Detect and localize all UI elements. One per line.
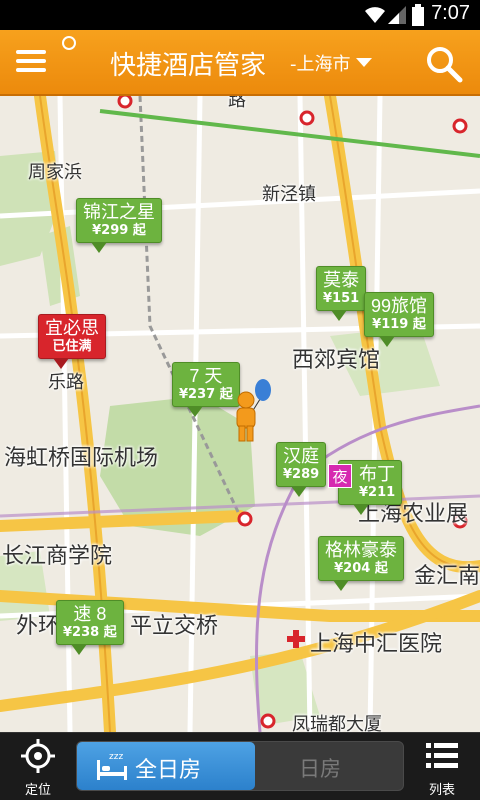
map-label-bottom: 凤瑞都大厦 bbox=[292, 714, 382, 732]
room-type-toggle: zzz 全日房 日房 bbox=[76, 741, 404, 791]
bottom-toolbar: 定位 zzz 全日房 日房 列表 bbox=[0, 732, 480, 800]
search-icon[interactable] bbox=[424, 44, 464, 84]
locate-crosshair-icon bbox=[21, 739, 55, 773]
bed-icon: zzz bbox=[97, 752, 127, 780]
map-label-airport: 海虹桥国际机场 bbox=[4, 446, 159, 471]
hotel-name: 宜必思 bbox=[45, 318, 99, 338]
map-label-xinjingzhen: 新泾镇 bbox=[262, 184, 316, 205]
app-title: 快捷酒店管家 bbox=[110, 50, 267, 80]
hotel-price: ¥237 起 bbox=[179, 387, 233, 402]
hotel-price: ¥238 起 bbox=[63, 625, 117, 640]
hotel-price: ¥119 起 bbox=[372, 317, 426, 332]
map-label-jinhui: 金汇南 bbox=[414, 564, 480, 589]
hotel-price: ¥289 bbox=[283, 467, 320, 482]
map-label-waihuan: 外环 bbox=[16, 614, 61, 639]
hotel-name: 汉庭 bbox=[283, 446, 320, 466]
hotel-pin-greentree[interactable]: 格林豪泰 ¥204 起 bbox=[318, 536, 404, 591]
hotel-pin-7days[interactable]: 7 天 ¥237 起 bbox=[172, 362, 240, 417]
hotel-name: 速 8 bbox=[73, 604, 107, 624]
map-label-business-school: 长江商学院 bbox=[2, 544, 113, 569]
locate-label: 定位 bbox=[24, 783, 51, 798]
hotel-name: 7 天 bbox=[189, 366, 223, 386]
hotel-name: 莫泰 bbox=[323, 270, 360, 290]
hotel-name: 锦江之星 bbox=[83, 202, 155, 222]
hotel-price: ¥204 起 bbox=[334, 561, 388, 576]
chevron-down-icon[interactable] bbox=[356, 58, 372, 67]
map-label-xijiao-hotel: 西郊宾馆 bbox=[292, 348, 381, 373]
notification-dot-icon bbox=[62, 36, 76, 50]
tab-all-day-label: 全日房 bbox=[135, 758, 202, 783]
menu-button[interactable] bbox=[16, 48, 52, 78]
hotel-name: 格林豪泰 bbox=[325, 540, 397, 560]
map-label-lelu: 乐路 bbox=[48, 372, 84, 393]
hotel-pin-motel[interactable]: 莫泰 ¥151 bbox=[316, 266, 367, 321]
hotel-price: ¥211 bbox=[359, 485, 396, 500]
hotel-pin-super8[interactable]: 速 8 ¥238 起 bbox=[56, 600, 124, 655]
hotel-pin-99[interactable]: 99旅馆 ¥119 起 bbox=[364, 292, 435, 347]
signal-icon bbox=[388, 6, 406, 24]
status-bar: 7:07 bbox=[0, 0, 480, 30]
user-location-icon bbox=[236, 379, 271, 442]
map-label-pingli-bridge: 平立交桥 bbox=[130, 614, 219, 639]
map-label-hospital: 上海中汇医院 bbox=[310, 632, 443, 657]
map-label-road-top: 路 bbox=[228, 96, 246, 111]
hotel-name: 布丁 bbox=[359, 464, 396, 484]
hotel-price: ¥299 起 bbox=[92, 223, 146, 238]
night-badge: 夜 bbox=[328, 464, 352, 488]
list-label: 列表 bbox=[428, 783, 455, 798]
clock-time: 7:07 bbox=[431, 2, 470, 24]
map-label-zhoujiabang: 周家浜 bbox=[28, 162, 82, 183]
app-header: 快捷酒店管家 -上海市 bbox=[0, 30, 480, 96]
locate-button[interactable]: 定位 bbox=[14, 739, 62, 798]
app-screen: 7:07 快捷酒店管家 -上海市 路 周家浜 新泾镇 西郊宾馆 海虹桥国际机场 … bbox=[0, 0, 480, 800]
wifi-icon bbox=[365, 7, 385, 23]
list-icon bbox=[426, 743, 458, 768]
hotel-name: 99旅馆 bbox=[371, 296, 428, 316]
hotel-pin-ibis[interactable]: 宜必思 已住满 bbox=[38, 314, 106, 369]
city-selector[interactable]: -上海市 bbox=[290, 50, 351, 76]
hotel-status: 已住满 bbox=[52, 339, 92, 354]
svg-text:zzz: zzz bbox=[109, 752, 123, 762]
map-view[interactable]: 路 周家浜 新泾镇 西郊宾馆 海虹桥国际机场 长江商学院 上海农业展 金汇南 外… bbox=[0, 96, 480, 732]
list-button[interactable]: 列表 bbox=[418, 739, 466, 798]
hotel-pin-hanting[interactable]: 汉庭 ¥289 bbox=[276, 442, 327, 497]
hotel-pin-jinjiang[interactable]: 锦江之星 ¥299 起 bbox=[76, 198, 162, 253]
battery-icon bbox=[412, 4, 424, 26]
hotel-price: ¥151 bbox=[323, 291, 360, 306]
tab-all-day[interactable]: zzz 全日房 bbox=[77, 742, 255, 790]
tab-day[interactable]: 日房 bbox=[299, 753, 341, 783]
